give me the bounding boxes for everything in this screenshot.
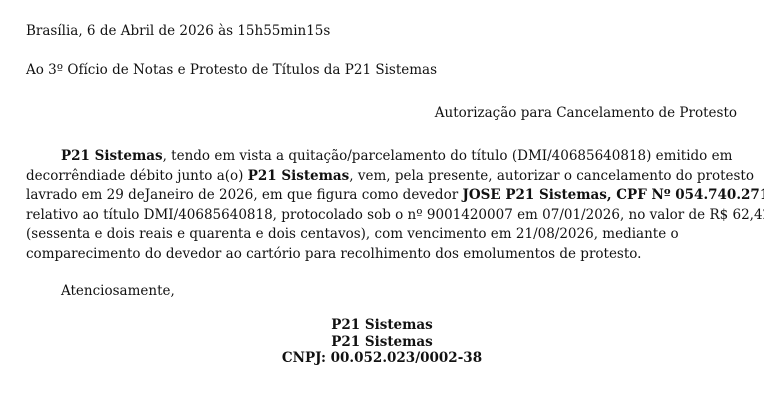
signature-line-1: P21 Sistemas	[331, 317, 433, 333]
closing-line: Atenciosamente,	[61, 283, 175, 299]
body-row-2-text: decorrêndiade débito junto a(o)	[26, 167, 248, 184]
signature-cnpj: CNPJ: 00.052.023/0002-38	[281, 350, 483, 366]
debtor-identification: JOSE P21 Sistemas, CPF Nº 054.740.271-01…	[462, 187, 764, 203]
subject-line: Autorização para Cancelamento de Protest…	[434, 105, 737, 121]
body-row-4: relativo ao título DMI/40685640818, prot…	[26, 206, 764, 223]
document-page: Brasília, 6 de Abril de 2026 às 15h55min…	[0, 0, 764, 413]
body-row-3: lavrado em 29 deJaneiro de 2026, em que …	[26, 186, 764, 206]
body-paragraph: P21 Sistemas, tendo em vista a quitação/…	[26, 147, 764, 264]
addressee-line: Ao 3º Ofício de Notas e Protesto de Títu…	[26, 62, 438, 78]
body-row-3-text: lavrado em 29 deJaneiro de 2026, em que …	[26, 187, 463, 203]
body-row-5: (sessenta e dois reais e quarenta e dois…	[26, 226, 679, 242]
body-row-2: decorrêndiade débito junto a(o) P21 Sist…	[26, 167, 754, 187]
body-row-2-tail: , vem, pela presente, autorizar o cancel…	[349, 167, 754, 184]
signature-line-2: P21 Sistemas	[331, 333, 433, 350]
company-name: P21 Sistemas	[61, 148, 163, 164]
body-row-2-company: P21 Sistemas	[247, 167, 350, 184]
body-row-1-text: , tendo em vista a quitação/parcelamento…	[162, 148, 733, 164]
body-row-6: comparecimento do devedor ao cartório pa…	[26, 245, 642, 262]
body-row-1: P21 Sistemas, tendo em vista a quitação/…	[26, 147, 732, 167]
signature-block: P21 Sistemas P21 Sistemas CNPJ: 00.052.0…	[0, 317, 764, 367]
date-line: Brasília, 6 de Abril de 2026 às 15h55min…	[26, 23, 331, 39]
